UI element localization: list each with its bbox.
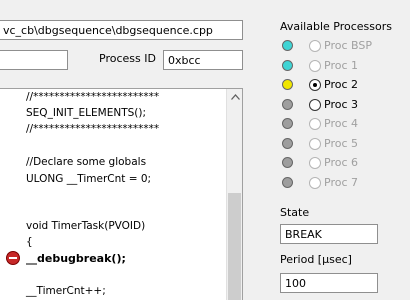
- processor-row: Proc 6: [282, 155, 402, 171]
- processor-row[interactable]: Proc 3: [282, 97, 402, 113]
- processor-row: Proc 5: [282, 136, 402, 152]
- processor-status-led-icon: [282, 157, 293, 168]
- processor-radio[interactable]: [309, 98, 321, 111]
- code-editor[interactable]: //************************ SEQ_INIT_ELEM…: [0, 88, 243, 300]
- processor-radio: [309, 59, 321, 72]
- processor-radio[interactable]: [309, 79, 321, 91]
- breakpoint-icon[interactable]: [6, 251, 20, 265]
- state-label: State: [280, 206, 310, 219]
- code-line: //************************: [26, 123, 160, 135]
- processor-row[interactable]: Proc 2: [282, 77, 402, 93]
- file-path-field[interactable]: vc_cb\dbgsequence\dbgsequence.cpp: [0, 20, 243, 40]
- process-id-label: Process ID: [99, 52, 156, 65]
- state-field[interactable]: BREAK: [280, 224, 378, 244]
- processor-status-led-icon: [282, 98, 293, 110]
- processor-radio: [309, 137, 321, 150]
- code-line: void TimerTask(PVOID): [26, 220, 146, 232]
- period-field[interactable]: 100: [280, 273, 378, 293]
- code-line-current: __debugbreak();: [26, 252, 126, 265]
- processor-radio: [309, 118, 321, 130]
- processor-row: Proc BSP: [282, 38, 402, 54]
- process-id-field[interactable]: 0xbcc: [163, 50, 243, 70]
- processor-radio: [309, 157, 321, 169]
- available-processors-title: Available Processors: [280, 20, 392, 33]
- period-value: 100: [285, 276, 306, 290]
- code-line: //Declare some globals: [26, 156, 147, 168]
- scroll-thumb[interactable]: [228, 193, 241, 300]
- module-field[interactable]: [0, 50, 68, 70]
- processor-status-led-icon: [282, 118, 293, 129]
- processor-status-led-icon: [282, 40, 293, 51]
- file-path-text: vc_cb\dbgsequence\dbgsequence.cpp: [3, 23, 213, 37]
- processor-row: Proc 1: [282, 58, 402, 74]
- period-label: Period [µsec]: [280, 253, 352, 266]
- processor-status-led-icon: [282, 59, 293, 71]
- processor-row: Proc 4: [282, 116, 402, 132]
- processor-label: Proc BSP: [324, 39, 372, 52]
- state-value: BREAK: [285, 227, 322, 241]
- processor-label: Proc 6: [324, 156, 358, 169]
- processor-status-led-icon: [282, 137, 293, 149]
- processor-status-led-icon: [282, 176, 293, 188]
- processor-status-led-icon: [282, 79, 293, 90]
- processor-label: Proc 7: [324, 175, 358, 189]
- processor-label: Proc 1: [324, 58, 358, 72]
- code-line: __TimerCnt++;: [26, 285, 106, 297]
- code-line: {: [26, 236, 33, 248]
- scroll-up-arrow-icon[interactable]: [227, 89, 242, 105]
- editor-scrollbar[interactable]: [226, 89, 242, 300]
- processor-label: Proc 3: [324, 97, 358, 111]
- processor-radio: [309, 176, 321, 189]
- processor-radio: [309, 40, 321, 52]
- processor-label: Proc 5: [324, 136, 358, 150]
- code-line: ULONG __TimerCnt = 0;: [26, 173, 152, 185]
- code-line: //************************: [26, 91, 160, 103]
- processor-label: Proc 2: [324, 78, 358, 91]
- processor-row: Proc 7: [282, 175, 402, 191]
- process-id-value: 0xbcc: [168, 53, 201, 67]
- processor-label: Proc 4: [324, 117, 358, 130]
- code-line: SEQ_INIT_ELEMENTS();: [26, 107, 147, 119]
